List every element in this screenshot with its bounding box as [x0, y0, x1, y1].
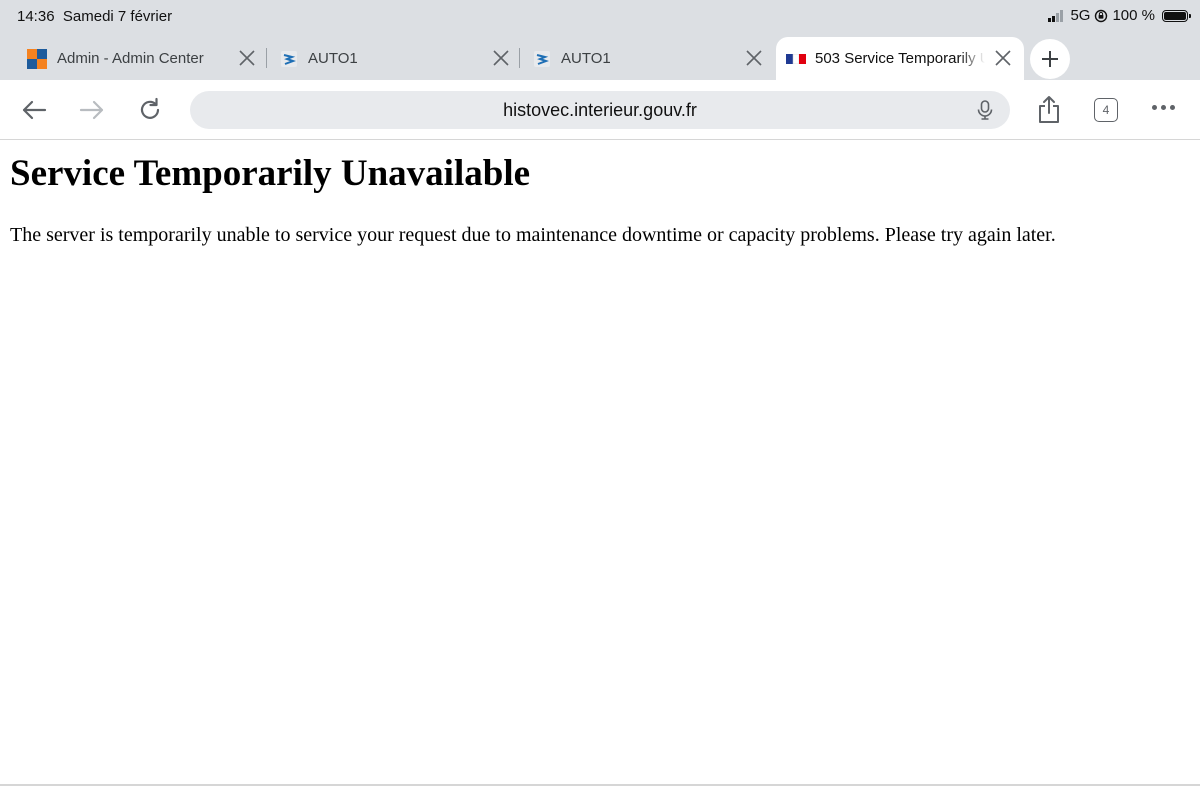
plus-icon: [1042, 51, 1058, 67]
tab-divider: [266, 48, 267, 68]
arrow-left-icon: [22, 100, 47, 120]
error-message: The server is temporarily unable to serv…: [10, 224, 1056, 246]
page-content: Service Temporarily Unavailable The serv…: [0, 140, 1200, 786]
auto1-favicon-icon: [281, 50, 297, 67]
back-button[interactable]: [19, 95, 49, 125]
close-tab-icon[interactable]: [994, 49, 1012, 67]
microphone-icon[interactable]: [974, 99, 996, 121]
share-button[interactable]: [1034, 95, 1064, 125]
status-bar: 14:36 Samedi 7 février 5G 100 %: [0, 0, 1200, 34]
reload-icon: [140, 97, 160, 119]
tab-auto1[interactable]: AUTO1: [523, 37, 775, 80]
tab-count: 4: [1102, 103, 1110, 117]
tab-strip: Admin - Admin Center AUTO1 AUTO1 503 Ser…: [0, 34, 1200, 80]
status-time: 14:36: [17, 8, 55, 25]
page-title: Service Temporarily Unavailable: [10, 153, 531, 194]
url-text[interactable]: histovec.interieur.gouv.fr: [190, 100, 1010, 121]
share-icon: [1039, 96, 1059, 123]
french-republic-favicon-icon: [786, 53, 806, 64]
tab-title: Admin - Admin Center: [57, 50, 204, 67]
browser-chrome: 14:36 Samedi 7 février 5G 100 % Admin - …: [0, 0, 1200, 140]
tab-auto1[interactable]: AUTO1: [270, 37, 522, 80]
tab-503-service[interactable]: 503 Service Temporarily Unavailable: [776, 37, 1024, 80]
tab-admin-center[interactable]: Admin - Admin Center: [18, 37, 268, 80]
arrow-right-icon: [79, 100, 104, 120]
new-tab-button[interactable]: [1030, 39, 1070, 79]
more-menu-icon[interactable]: [1152, 105, 1175, 110]
divider: [0, 784, 1200, 786]
orientation-lock-icon: [1095, 9, 1108, 22]
tab-switcher-button[interactable]: 4: [1094, 98, 1118, 122]
tab-title: 503 Service Temporarily Unavailable: [815, 50, 985, 67]
close-tab-icon[interactable]: [492, 49, 510, 67]
tab-divider: [519, 48, 520, 68]
status-date: Samedi 7 février: [62, 8, 173, 25]
forward-button[interactable]: [77, 95, 107, 125]
status-indicators: 5G 100 %: [1048, 7, 1191, 24]
network-type: 5G: [1070, 7, 1091, 24]
status-time-date: 14:36 Samedi 7 février: [17, 8, 172, 25]
battery-percentage: 100 %: [1112, 7, 1155, 24]
tab-title: AUTO1: [308, 50, 358, 67]
auto1-favicon-icon: [534, 50, 550, 67]
cellular-signal-icon: [1048, 9, 1064, 22]
address-bar[interactable]: histovec.interieur.gouv.fr: [190, 91, 1010, 129]
toolbar: histovec.interieur.gouv.fr 4: [0, 80, 1200, 140]
close-tab-icon[interactable]: [745, 49, 763, 67]
admin-center-favicon-icon: [27, 48, 47, 69]
battery-icon: [1162, 9, 1191, 22]
close-tab-icon[interactable]: [238, 49, 256, 67]
tab-title: AUTO1: [561, 50, 611, 67]
reload-button[interactable]: [135, 95, 165, 125]
